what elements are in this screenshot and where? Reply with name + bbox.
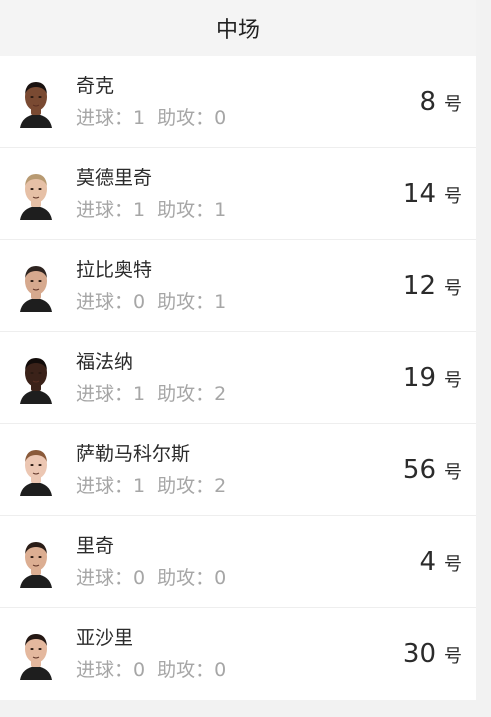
jersey-number-unit: 号 <box>444 369 462 391</box>
player-avatar-icon <box>16 628 56 680</box>
player-avatar-icon <box>16 535 56 588</box>
assists-value: 2 <box>214 474 227 497</box>
assists-label: 助攻： <box>157 474 215 497</box>
jersey-number-unit: 号 <box>444 553 462 575</box>
jersey-number-unit: 号 <box>444 646 462 667</box>
goals-label: 进球： <box>76 659 134 681</box>
player-stats: 进球：0 助攻：0 <box>76 565 476 591</box>
goals-label: 进球： <box>76 198 134 221</box>
jersey-number-value: 19 <box>402 362 436 393</box>
goals-value: 0 <box>133 659 146 681</box>
player-row[interactable]: 亚沙里 进球：0 助攻：0 30 号 <box>0 608 476 700</box>
assists-value: 0 <box>214 659 227 681</box>
jersey-number-value: 30 <box>402 639 436 669</box>
assists-value: 1 <box>214 198 227 221</box>
jersey-number: 14 号 <box>403 179 462 209</box>
player-avatar-icon <box>16 443 56 496</box>
jersey-number-unit: 号 <box>444 93 462 115</box>
goals-label: 进球： <box>76 382 134 405</box>
assists-label: 助攻： <box>157 106 215 129</box>
player-row[interactable]: 拉比奥特 进球：0 助攻：1 12 号 <box>0 240 476 332</box>
player-row[interactable]: 奇克进球：1 助攻：0 8 号 <box>0 56 476 148</box>
jersey-number-value: 8 <box>419 86 436 117</box>
midfielders-panel: 中场 奇克 进球：1 助攻：0 8 号莫德里奇 进球：1 助攻：1 14 号拉比奥特 进球：0 助攻… <box>0 0 476 717</box>
jersey-number-value: 14 <box>402 178 436 209</box>
player-name: 奇克 <box>76 74 115 97</box>
player-avatar-icon <box>16 351 56 404</box>
player-avatar-icon <box>16 75 56 128</box>
assists-label: 助攻： <box>157 382 215 405</box>
player-row[interactable]: 里奇 进球：0 助攻：0 4 号 <box>0 516 476 608</box>
goals-label: 进球： <box>76 474 134 497</box>
jersey-number: 56 号 <box>403 455 462 485</box>
player-avatar-icon <box>16 167 56 220</box>
section-title: 中场 <box>215 18 260 43</box>
assists-value: 2 <box>214 382 227 405</box>
player-stats: 进球：1 助攻：0 <box>76 105 476 131</box>
goals-value: 1 <box>133 382 146 405</box>
goals-value: 1 <box>133 106 146 129</box>
assists-label: 助攻： <box>157 659 215 681</box>
jersey-number: 4号 <box>419 547 462 577</box>
goals-label: 进球： <box>76 290 134 313</box>
goals-value: 0 <box>133 290 146 313</box>
assists-label: 助攻： <box>157 290 215 313</box>
player-info: 奇克进球：1 助攻：0 <box>76 73 476 131</box>
goals-label: 进球： <box>76 106 134 129</box>
jersey-number: 19 号 <box>403 363 462 393</box>
goals-value: 1 <box>133 474 146 497</box>
assists-value: 1 <box>214 290 227 313</box>
assists-value: 0 <box>214 106 227 129</box>
player-row[interactable]: 莫德里奇 进球：1 助攻：1 14 号 <box>0 148 476 240</box>
jersey-number: 12 号 <box>403 271 462 301</box>
player-row[interactable]: 萨勒马科尔斯 进球：1 助攻：2 56 号 <box>0 424 476 516</box>
jersey-number: 30 号 <box>403 639 462 669</box>
player-info: 里奇 进球：0 助攻：0 <box>76 533 476 591</box>
goals-label: 进球： <box>76 566 134 589</box>
section-header: 中场 <box>0 0 476 56</box>
goals-value: 1 <box>133 198 146 221</box>
player-avatar-icon <box>16 259 56 312</box>
player-name: 里奇 <box>76 534 115 557</box>
bottom-spacer <box>0 700 476 714</box>
jersey-number-unit: 号 <box>444 461 462 483</box>
goals-value: 0 <box>133 566 146 589</box>
jersey-number-value: 56 <box>402 454 436 485</box>
assists-label: 助攻： <box>157 566 215 589</box>
assists-value: 0 <box>214 566 227 589</box>
jersey-number-value: 4 <box>419 546 436 577</box>
jersey-number-unit: 号 <box>444 277 462 299</box>
player-row[interactable]: 福法纳 进球：1 助攻：2 19 号 <box>0 332 476 424</box>
jersey-number-unit: 号 <box>444 185 462 207</box>
jersey-number: 8号 <box>419 87 462 117</box>
player-list: 奇克 进球：1 助攻：0 8 号莫德里奇 进球：1 助攻：1 14 号拉比奥特 进球：0 助攻：1 1… <box>0 56 476 700</box>
jersey-number-value: 12 <box>402 270 436 301</box>
assists-label: 助攻： <box>157 198 215 221</box>
